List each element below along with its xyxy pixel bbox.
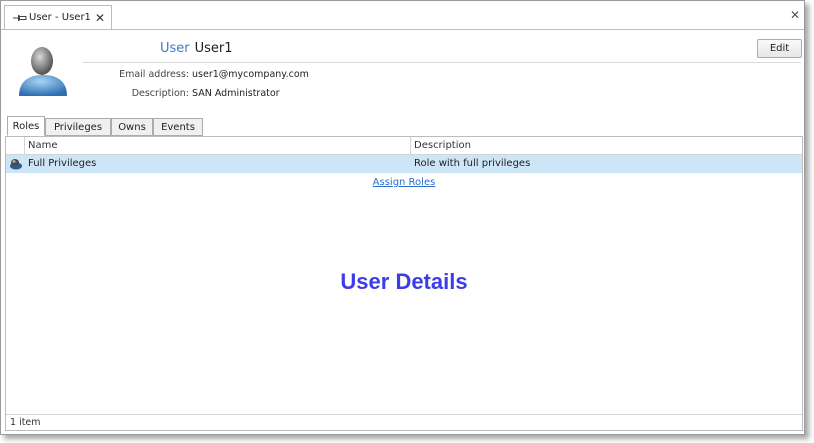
pin-icon[interactable] bbox=[13, 14, 27, 22]
tab-privileges[interactable]: Privileges bbox=[45, 118, 111, 136]
user-avatar-icon bbox=[19, 47, 67, 96]
assign-roles-container: Assign Roles bbox=[6, 177, 802, 188]
tab-events[interactable]: Events bbox=[153, 118, 203, 136]
object-kind: User bbox=[160, 41, 190, 56]
user-details-window: User - User1 ✕ ✕ User User1 Edit Email ad… bbox=[0, 0, 805, 435]
tab-roles[interactable]: Roles bbox=[7, 116, 45, 136]
grid-header: Name Description bbox=[6, 137, 802, 155]
email-label: Email address: bbox=[119, 69, 189, 80]
email-value: user1@mycompany.com bbox=[192, 69, 309, 80]
roles-grid: Name Description Full Privileges Role wi… bbox=[5, 136, 803, 431]
table-row[interactable]: Full Privileges Role with full privilege… bbox=[6, 155, 802, 173]
column-header-name[interactable]: Name bbox=[28, 140, 58, 151]
tab-close-icon[interactable]: ✕ bbox=[95, 11, 105, 25]
document-tab-user1[interactable]: User - User1 ✕ bbox=[4, 5, 112, 29]
overlay-title: User Details bbox=[340, 269, 468, 294]
column-divider[interactable] bbox=[410, 137, 411, 154]
column-header-description[interactable]: Description bbox=[414, 140, 471, 151]
header-divider bbox=[83, 62, 801, 63]
description-value: SAN Administrator bbox=[192, 88, 280, 99]
document-tabstrip: User - User1 ✕ ✕ bbox=[1, 1, 804, 30]
edit-button[interactable]: Edit bbox=[757, 39, 802, 58]
role-description: Role with full privileges bbox=[414, 158, 531, 169]
role-icon bbox=[10, 159, 22, 170]
role-name: Full Privileges bbox=[28, 158, 97, 169]
column-divider bbox=[24, 137, 25, 154]
item-count: 1 item bbox=[10, 417, 41, 428]
assign-roles-link[interactable]: Assign Roles bbox=[373, 177, 436, 188]
description-label: Description: bbox=[131, 88, 189, 99]
status-bar: 1 item bbox=[6, 414, 802, 430]
user-name: User1 bbox=[194, 41, 233, 56]
tab-owns[interactable]: Owns bbox=[111, 118, 153, 136]
window-close-icon[interactable]: ✕ bbox=[790, 8, 800, 22]
document-tab-label: User - User1 bbox=[29, 12, 91, 23]
user-title: User User1 bbox=[160, 41, 233, 56]
